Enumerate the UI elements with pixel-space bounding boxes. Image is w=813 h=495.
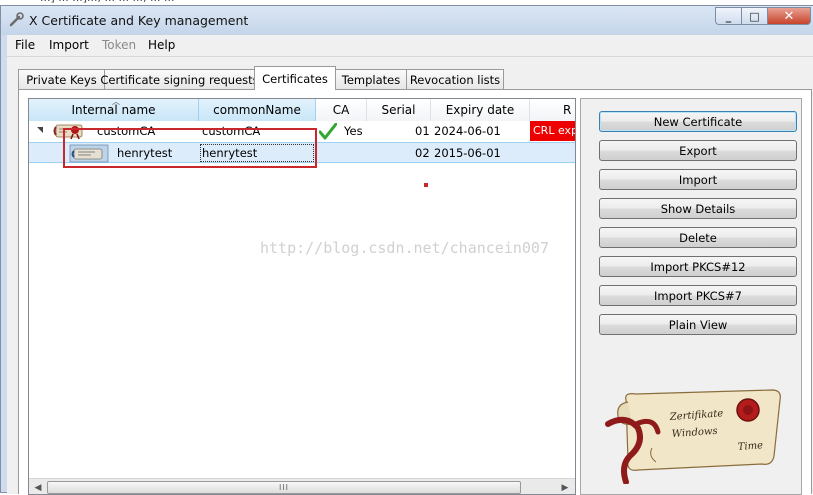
main-window: X Certificate and Key management _ □ ✕ F… xyxy=(0,5,813,495)
delete-button[interactable]: Delete xyxy=(599,227,797,248)
menu-help[interactable]: Help xyxy=(148,38,175,52)
header-expiry-date[interactable]: Expiry date xyxy=(431,99,530,121)
column-header: ︿ Internal name commonName CA Serial Exp… xyxy=(29,99,575,121)
client-area: Private Keys Certificate signing request… xyxy=(7,57,813,495)
menu-import[interactable]: Import xyxy=(49,38,89,52)
scroll-left-icon[interactable]: ◀ xyxy=(32,482,44,494)
cell-serial: 02 xyxy=(415,146,430,160)
header-serial[interactable]: Serial xyxy=(367,99,431,121)
tab-certificates[interactable]: Certificates xyxy=(254,66,336,90)
maximize-icon: □ xyxy=(749,9,760,23)
export-button[interactable]: Export xyxy=(599,140,797,161)
cell-ca: Yes xyxy=(344,124,363,138)
tab-private-keys[interactable]: Private Keys xyxy=(18,69,105,89)
menu-file[interactable]: File xyxy=(15,38,35,52)
scrollbar-grip-icon: III xyxy=(278,483,290,492)
annotation-dot xyxy=(424,183,428,187)
watermark-text: http://blog.csdn.net/chancein007 xyxy=(260,239,549,257)
tab-templates[interactable]: Templates xyxy=(335,69,407,89)
certificate-scroll-logo: Zertifikate Windows Time xyxy=(605,389,781,484)
tab-revocation-lists[interactable]: Revocation lists xyxy=(406,69,504,89)
import-button[interactable]: Import xyxy=(599,169,797,190)
close-icon: ✕ xyxy=(783,8,795,24)
certificate-tree[interactable]: ︿ Internal name commonName CA Serial Exp… xyxy=(28,98,576,495)
horizontal-scrollbar[interactable]: ◀ III ▶ xyxy=(29,478,575,494)
scroll-right-icon[interactable]: ▶ xyxy=(559,482,571,494)
title-bar[interactable]: X Certificate and Key management _ □ ✕ xyxy=(1,6,813,35)
logo-text-line-3: Time xyxy=(737,440,763,453)
window-title: X Certificate and Key management xyxy=(29,13,249,28)
plain-view-button[interactable]: Plain View xyxy=(599,314,797,335)
show-details-button[interactable]: Show Details xyxy=(599,198,797,219)
minimize-button[interactable]: _ xyxy=(715,7,741,25)
background-window-text: ...] ... ...]..., ... ... ..., ... ... xyxy=(40,0,174,4)
cell-crl-expired: CRL exp xyxy=(530,121,575,141)
checkmark-icon xyxy=(319,123,337,140)
maximize-button[interactable]: □ xyxy=(741,7,767,25)
scrollbar-thumb[interactable]: III xyxy=(47,481,521,494)
header-common-name[interactable]: commonName xyxy=(199,99,316,121)
certificates-tab-pane: ︿ Internal name commonName CA Serial Exp… xyxy=(18,89,812,495)
import-pkcs12-button[interactable]: Import PKCS#12 xyxy=(599,256,797,277)
close-button[interactable]: ✕ xyxy=(767,7,811,25)
new-certificate-button[interactable]: New Certificate xyxy=(599,111,797,132)
import-pkcs7-button[interactable]: Import PKCS#7 xyxy=(599,285,797,306)
sort-arrow-icon: ︿ xyxy=(112,98,120,106)
cell-expiry-date: 2024-06-01 xyxy=(434,124,501,138)
cell-serial: 01 xyxy=(415,124,430,138)
header-revocation[interactable]: R xyxy=(530,99,575,121)
minimize-icon: _ xyxy=(725,9,732,23)
tab-certificate-signing-requests[interactable]: Certificate signing requests xyxy=(100,69,259,89)
menu-bar: File Import Token Help xyxy=(7,35,813,57)
annotation-highlight-box xyxy=(63,128,317,168)
menu-token[interactable]: Token xyxy=(102,38,136,52)
app-icon xyxy=(9,12,24,27)
header-internal-name[interactable]: ︿ Internal name xyxy=(29,99,199,121)
expand-arrow-icon[interactable] xyxy=(37,127,43,133)
action-button-panel: New Certificate Export Import Show Detai… xyxy=(580,98,802,495)
header-ca[interactable]: CA xyxy=(316,99,367,121)
cell-expiry-date: 2015-06-01 xyxy=(434,146,501,160)
